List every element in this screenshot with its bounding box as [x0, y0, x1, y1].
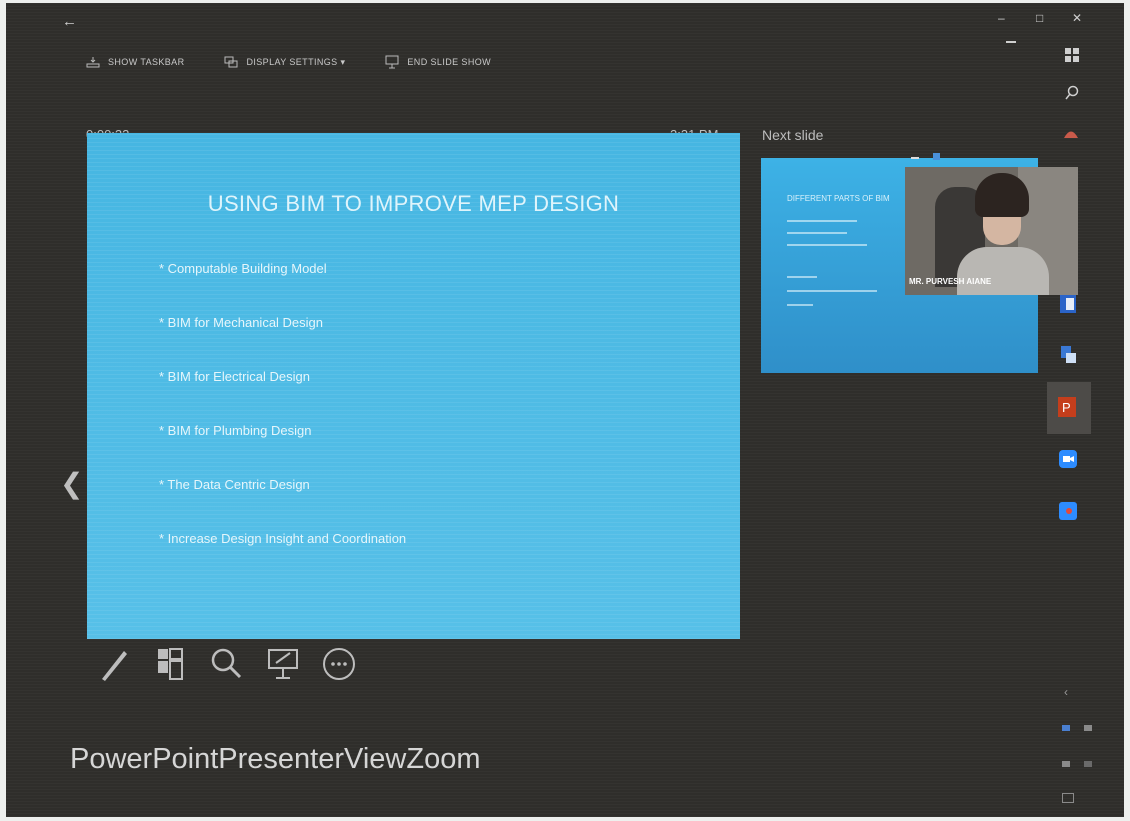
next-slide-label: Next slide — [762, 127, 824, 143]
slide-bullet: * BIM for Mechanical Design — [159, 315, 324, 330]
battery-tray-icon[interactable] — [1062, 761, 1070, 767]
presenter-tools — [96, 645, 358, 683]
slides-grid-icon[interactable] — [152, 645, 190, 683]
secondary-minimize-icon[interactable] — [1006, 41, 1016, 43]
volume-tray-icon[interactable] — [1084, 725, 1092, 731]
back-arrow-icon[interactable]: ← — [62, 13, 77, 30]
participant-hair — [975, 173, 1029, 217]
file-explorer-icon[interactable] — [1058, 343, 1078, 365]
word-app-icon[interactable] — [1058, 293, 1078, 315]
next-slide-text-line — [787, 220, 857, 222]
minimize-window-button[interactable]: – — [998, 11, 1005, 25]
presenter-view-screen: ← SHOW TASKBAR DISPLAY SETTINGS ▾ END SL… — [6, 3, 1124, 817]
participant-name: MR. PURVESH AIANE — [909, 277, 992, 286]
slide-title: USING BIM TO IMPROVE MEP DESIGN — [207, 191, 620, 216]
end-slide-show-icon — [385, 55, 399, 69]
caption-text: PowerPointPresenterViewZoom — [70, 743, 481, 775]
end-slide-show-label: END SLIDE SHOW — [407, 57, 492, 67]
slide-bullet: * BIM for Plumbing Design — [159, 423, 312, 438]
end-slide-show-button[interactable]: END SLIDE SHOW — [385, 55, 491, 69]
slide-bullets: * Computable Building Model * BIM for Me… — [159, 261, 406, 585]
participant-torso — [957, 247, 1049, 295]
next-slide-text-line — [787, 244, 867, 246]
restore-window-button[interactable]: □ — [1036, 11, 1043, 25]
video-minimize-icon[interactable] — [911, 157, 919, 159]
windows-start-icon[interactable] — [1064, 47, 1080, 63]
notifications-icon[interactable] — [1062, 793, 1074, 803]
display-settings-label: DISPLAY SETTINGS ▾ — [246, 56, 346, 67]
presenter-toolbar: SHOW TASKBAR DISPLAY SETTINGS ▾ END SLID… — [86, 55, 491, 69]
zoom-meeting-icon[interactable] — [1058, 501, 1078, 521]
taskbar-icon — [86, 57, 100, 68]
display-settings-icon — [224, 56, 238, 68]
show-taskbar-button[interactable]: SHOW TASKBAR — [86, 55, 184, 69]
edge-browser-icon[interactable] — [1062, 129, 1080, 139]
network-tray-icon[interactable] — [1062, 725, 1070, 731]
next-slide-text-line — [787, 290, 877, 292]
slide-bullet: * BIM for Electrical Design — [159, 369, 310, 384]
next-slide-text-line — [787, 276, 817, 278]
show-taskbar-label: SHOW TASKBAR — [108, 57, 185, 67]
svg-text:P: P — [1062, 400, 1071, 415]
magnifier-icon[interactable] — [208, 645, 246, 683]
previous-slide-arrow-icon[interactable]: ❮ — [60, 467, 83, 500]
next-slide-text-line — [787, 232, 847, 234]
laser-pointer-icon[interactable] — [264, 645, 302, 683]
powerpoint-app-icon[interactable]: P — [1056, 395, 1078, 419]
windows-taskbar: P ‹ — [1046, 3, 1124, 817]
search-icon[interactable] — [1064, 85, 1080, 101]
pen-icon[interactable] — [96, 645, 134, 683]
slide-bullet: * The Data Centric Design — [159, 477, 310, 492]
language-tray-icon[interactable] — [1084, 761, 1092, 767]
more-options-icon[interactable] — [320, 645, 358, 683]
slide-bullet: * Computable Building Model — [159, 261, 327, 276]
display-settings-button[interactable]: DISPLAY SETTINGS ▾ — [224, 55, 345, 69]
taskbar-collapse-chevron-icon[interactable]: ‹ — [1064, 685, 1068, 699]
next-slide-title: DIFFERENT PARTS OF BIM — [787, 194, 890, 203]
zoom-app-icon[interactable] — [1058, 449, 1078, 469]
video-expand-icon[interactable] — [933, 153, 940, 160]
current-slide[interactable]: USING BIM TO IMPROVE MEP DESIGN * Comput… — [87, 133, 740, 639]
next-slide-text-line — [787, 304, 813, 306]
slide-bullet: * Increase Design Insight and Coordinati… — [159, 531, 407, 546]
